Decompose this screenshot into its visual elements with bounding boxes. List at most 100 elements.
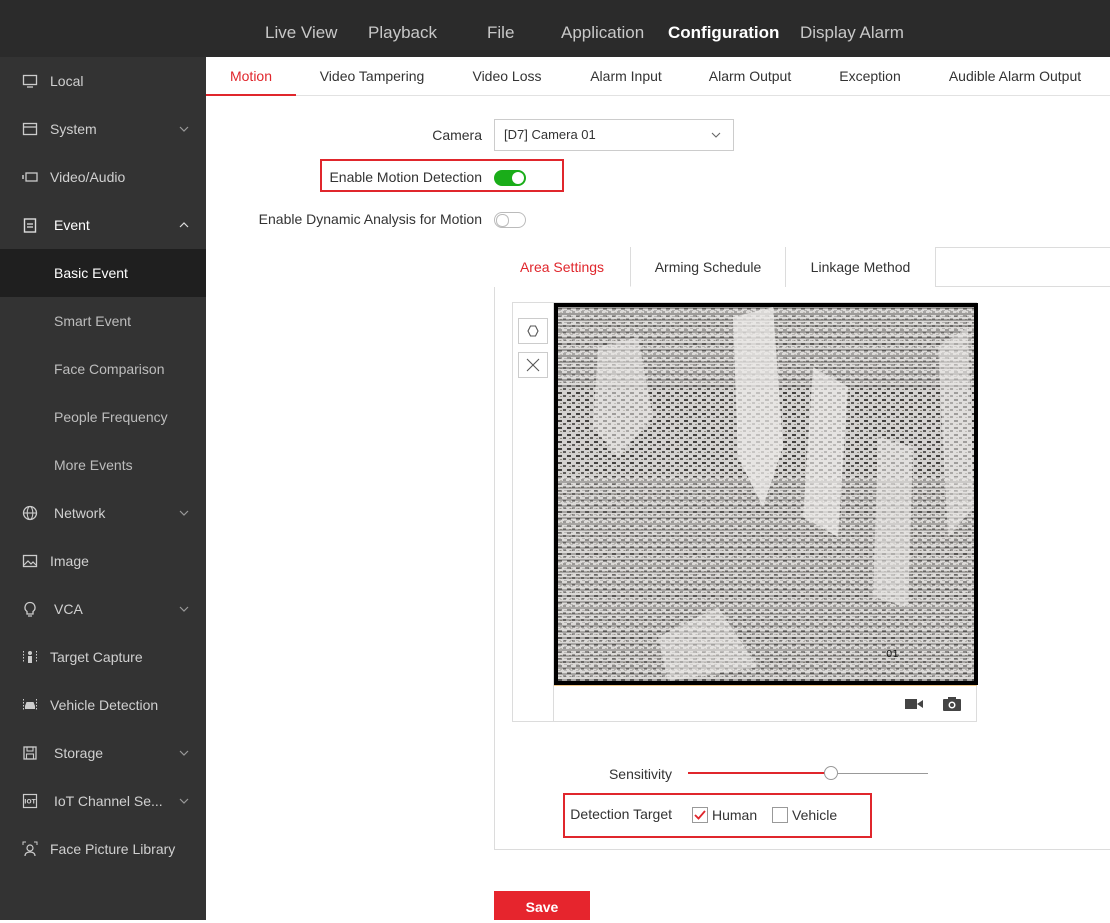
sidebar-item-label: Storage (54, 745, 104, 761)
face-icon (22, 841, 38, 857)
sidebar-item-label: Event (54, 217, 90, 233)
sidebar-item-system[interactable]: System (0, 105, 206, 153)
sidebar-item-label: Basic Event (54, 265, 128, 281)
close-icon (526, 358, 540, 372)
sidebar-item-face-picture-library[interactable]: Face Picture Library (0, 825, 206, 873)
sidebar-item-video-audio[interactable]: Video/Audio (0, 153, 206, 201)
chevron-down-icon (179, 750, 189, 756)
chevron-down-icon (179, 606, 189, 612)
snapshot-icon[interactable] (942, 696, 962, 712)
record-icon[interactable] (904, 696, 924, 712)
globe-icon (22, 505, 38, 521)
sidebar-item-more-events[interactable]: More Events (0, 441, 206, 489)
sidebar-item-label: People Frequency (54, 409, 168, 425)
human-checkbox[interactable] (692, 807, 708, 823)
sidebar-item-smart-event[interactable]: Smart Event (0, 297, 206, 345)
camera-select[interactable]: [D7] Camera 01 (494, 119, 734, 151)
divider (936, 286, 1110, 287)
save-button[interactable]: Save (494, 891, 590, 920)
sidebar-item-label: Face Comparison (54, 361, 165, 377)
nav-live-view[interactable]: Live View (265, 0, 337, 57)
sidebar-item-label: Network (54, 505, 106, 521)
sidebar-item-label: IoT Channel Se... (54, 793, 163, 809)
sidebar-item-network[interactable]: Network (0, 489, 206, 537)
tab-linkage-method[interactable]: Linkage Method (786, 247, 936, 287)
sidebar-item-face-comparison[interactable]: Face Comparison (0, 345, 206, 393)
sidebar-item-label: Smart Event (54, 313, 132, 329)
nav-configuration[interactable]: Configuration (668, 0, 779, 57)
sidebar-item-vca[interactable]: VCA (0, 585, 206, 633)
event-subtabs: Motion Video Tampering Video Loss Alarm … (206, 57, 1110, 96)
sidebar-item-storage[interactable]: Storage (0, 729, 206, 777)
sidebar-item-target-capture[interactable]: Target Capture (0, 633, 206, 681)
sensitivity-slider-thumb[interactable] (824, 766, 838, 780)
nav-application[interactable]: Application (561, 0, 644, 57)
tab-area-settings[interactable]: Area Settings (494, 247, 631, 287)
sidebar-item-label: System (50, 121, 97, 137)
top-navigation-bar: Live View Playback File Application Conf… (0, 0, 1110, 57)
checkmark-icon (694, 810, 706, 820)
clear-area-button[interactable] (518, 352, 548, 378)
image-icon (22, 554, 38, 568)
tab-video-tampering[interactable]: Video Tampering (312, 57, 432, 96)
vehicle-checkbox[interactable] (772, 807, 788, 823)
sidebar-item-label: Face Picture Library (50, 841, 176, 857)
sidebar-item-label: Image (50, 553, 89, 569)
bulb-icon (24, 601, 36, 617)
tab-video-loss[interactable]: Video Loss (462, 57, 552, 96)
car-icon (23, 699, 37, 711)
sidebar-item-label: More Events (54, 457, 133, 473)
sidebar-item-vehicle-detection[interactable]: Vehicle Detection (0, 681, 206, 729)
vehicle-label: Vehicle (792, 807, 838, 823)
chevron-down-icon (179, 510, 189, 516)
tab-arming-schedule[interactable]: Arming Schedule (631, 247, 786, 287)
camera-icon (22, 172, 38, 182)
svg-text:01: 01 (886, 649, 899, 660)
sensitivity-label: Sensitivity (608, 766, 672, 782)
sidebar-item-label: Target Capture (50, 649, 143, 665)
sidebar-item-label: VCA (54, 601, 83, 617)
sensitivity-slider-fill (688, 772, 825, 774)
tab-audible-alarm-output[interactable]: Audible Alarm Output (942, 57, 1088, 96)
sidebar-item-image[interactable]: Image (0, 537, 206, 585)
chevron-up-icon (179, 222, 189, 228)
sidebar-item-people-frequency[interactable]: People Frequency (0, 393, 206, 441)
sidebar-item-iot-channel[interactable]: IOT IoT Channel Se... (0, 777, 206, 825)
iot-icon: IOT (22, 793, 38, 809)
sidebar-item-basic-event[interactable]: Basic Event (0, 249, 206, 297)
video-preview[interactable]: 01 (554, 303, 978, 685)
sidebar: Local System Video/Audio Event Basic Eve… (0, 57, 206, 920)
video-toolbar (554, 685, 977, 721)
tab-alarm-input[interactable]: Alarm Input (581, 57, 671, 96)
floppy-icon (23, 746, 37, 760)
svg-text:IOT: IOT (24, 799, 36, 806)
sidebar-item-event[interactable]: Event (0, 201, 206, 249)
nav-display-alarm[interactable]: Display Alarm (800, 0, 904, 57)
camera-label: Camera (432, 127, 482, 143)
chevron-down-icon (179, 126, 189, 132)
enable-motion-detection-label: Enable Motion Detection (329, 169, 482, 185)
camera-select-value: [D7] Camera 01 (504, 127, 596, 142)
nav-file[interactable]: File (487, 0, 514, 57)
tab-motion[interactable]: Motion (206, 57, 296, 96)
person-icon (23, 651, 37, 663)
tab-alarm-output[interactable]: Alarm Output (700, 57, 800, 96)
draw-area-button[interactable] (518, 318, 548, 344)
sidebar-item-label: Vehicle Detection (50, 697, 159, 713)
dynamic-analysis-label: Enable Dynamic Analysis for Motion (258, 211, 482, 227)
sensitivity-slider-track[interactable] (838, 773, 928, 774)
detection-target-label: Detection Target (570, 806, 672, 822)
chevron-down-icon (179, 798, 189, 804)
window-icon (22, 122, 38, 136)
enable-motion-detection-toggle[interactable] (494, 170, 526, 186)
sidebar-item-local[interactable]: Local (0, 57, 206, 105)
sidebar-item-label: Local (50, 73, 84, 89)
dynamic-analysis-toggle[interactable] (494, 212, 526, 228)
tab-exception[interactable]: Exception (825, 57, 915, 96)
camera-feed-image: 01 (558, 307, 974, 681)
sidebar-item-label: Video/Audio (50, 169, 126, 185)
chevron-down-icon (711, 132, 721, 138)
nav-playback[interactable]: Playback (368, 0, 437, 57)
human-label: Human (712, 807, 758, 823)
hexagon-icon (527, 325, 539, 337)
